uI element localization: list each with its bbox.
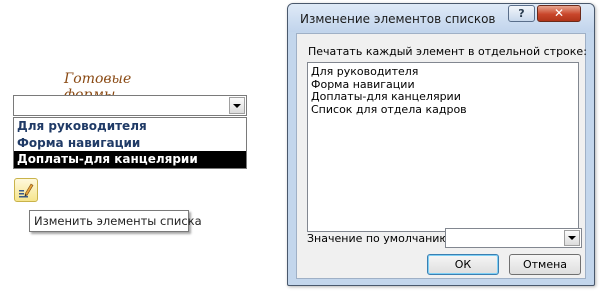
pencil-list-icon (19, 183, 34, 198)
chevron-down-icon (233, 103, 241, 108)
dialog-titlebar[interactable]: Изменение элементов списков ? ✕ (288, 4, 594, 32)
combo-dropdown-button[interactable] (229, 97, 245, 114)
tooltip: Изменить элементы списка (29, 210, 202, 232)
default-value-label: Значение по умолчанию: (307, 232, 453, 245)
chevron-down-icon (568, 236, 576, 240)
dropdown-item[interactable]: Для руководителя (14, 118, 246, 135)
default-dropdown-button[interactable] (564, 230, 580, 246)
dropdown-item-selected[interactable]: Доплаты-для канцелярии (14, 151, 246, 168)
cancel-button[interactable]: Отмена (509, 254, 581, 275)
items-textarea[interactable]: Для руководителя Форма навигации Доплаты… (307, 62, 579, 232)
edit-list-icon[interactable] (14, 178, 38, 202)
dropdown-list: Для руководителя Форма навигации Доплаты… (13, 117, 247, 169)
close-button[interactable]: ✕ (537, 5, 581, 22)
forms-combobox[interactable] (13, 95, 247, 116)
dialog-body: Печатать каждый элемент в отдельной стро… (296, 33, 587, 279)
items-list-label: Печатать каждый элемент в отдельной стро… (308, 45, 587, 58)
dialog-title: Изменение элементов списков (300, 12, 496, 26)
dropdown-item[interactable]: Форма навигации (14, 135, 246, 152)
item-line: Для руководителя (311, 65, 419, 78)
item-line: Список для отдела кадров (311, 102, 467, 116)
item-line: Доплаты-для канцелярии (311, 90, 461, 103)
help-button[interactable]: ? (508, 5, 535, 22)
default-value-combobox[interactable] (445, 228, 582, 248)
edit-list-items-dialog: Изменение элементов списков ? ✕ Печатать… (287, 3, 595, 286)
ok-button[interactable]: ОК (427, 254, 499, 275)
